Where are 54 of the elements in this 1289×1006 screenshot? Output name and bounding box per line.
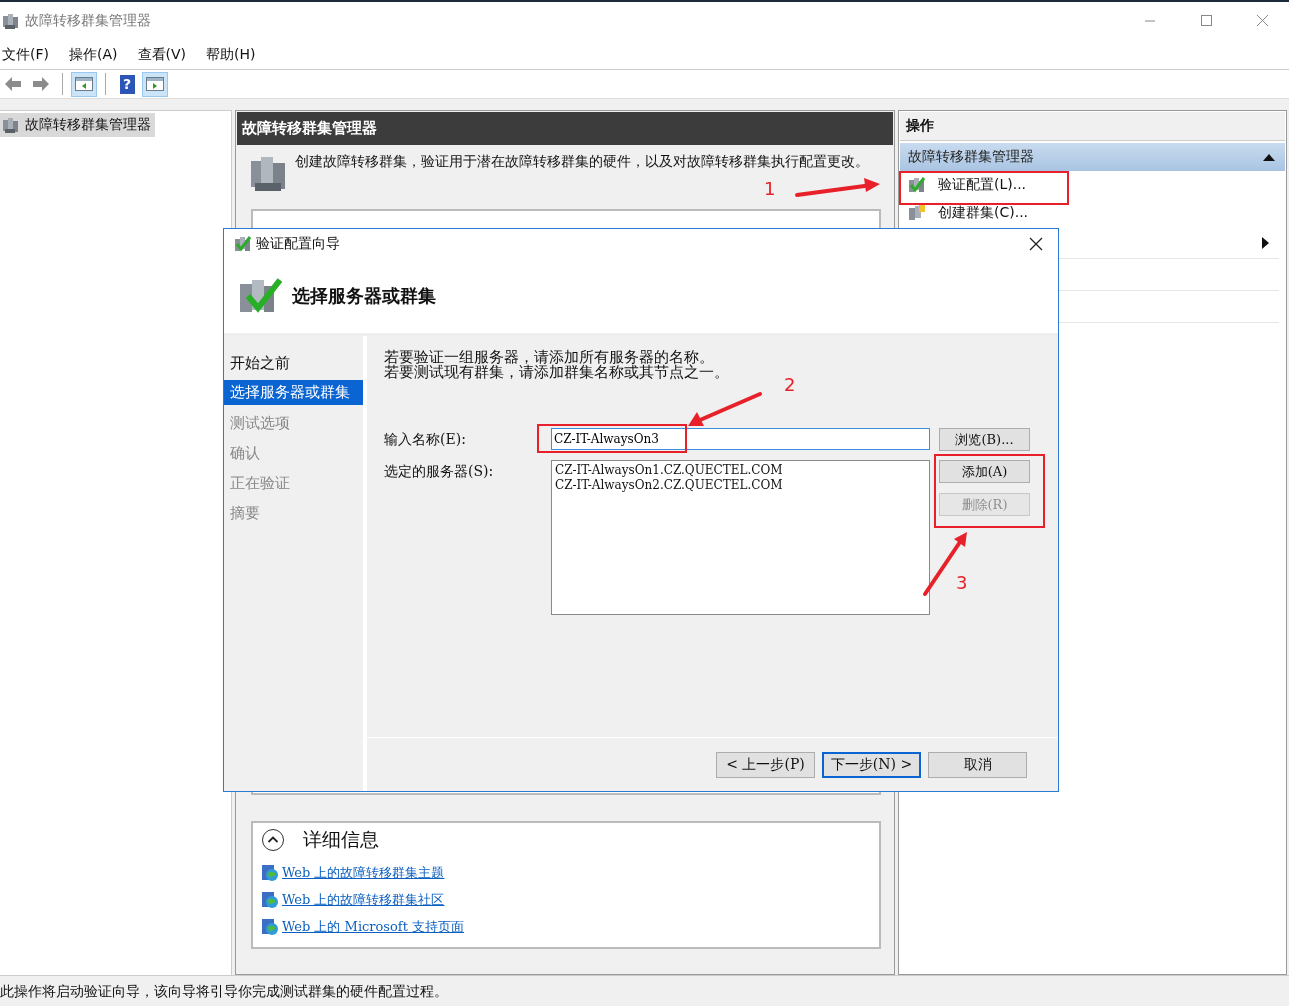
web-link[interactable]: Web 上的故障转移群集社区 xyxy=(282,890,445,909)
check-icon xyxy=(908,176,926,194)
cancel-button[interactable]: 取消 xyxy=(928,751,1027,778)
field-label: 输入名称(E): xyxy=(384,430,467,449)
forward-arrow-icon[interactable] xyxy=(31,74,51,94)
description-text: 创建故障转移群集，验证用于潜在故障转移群集的硬件，以及对故障转移群集执行配置更改。 xyxy=(295,153,870,170)
pane-header: 操作 xyxy=(900,112,1285,141)
window-title: 故障转移群集管理器 xyxy=(25,12,151,30)
action-item[interactable]: 验证配置(L)... xyxy=(938,176,1027,194)
field-label: 选定的服务器(S): xyxy=(384,462,495,481)
submenu-arrow-icon[interactable] xyxy=(1262,236,1269,249)
annotation-number: 3 xyxy=(956,572,968,594)
help-icon[interactable]: ? xyxy=(119,74,135,94)
menu-item[interactable]: 操作(A) xyxy=(69,45,118,64)
next-button[interactable]: 下一步(N) > xyxy=(822,751,921,778)
pane-toggle-icon[interactable] xyxy=(145,74,165,94)
globe-icon xyxy=(261,917,279,936)
menu-item[interactable]: 文件(F) xyxy=(2,45,49,64)
wizard-heading: 选择服务器或群集 xyxy=(292,284,436,308)
wizard-step[interactable]: 开始之前 xyxy=(224,350,363,380)
menu-item[interactable]: 帮助(H) xyxy=(206,45,256,64)
server-icon xyxy=(908,204,926,222)
web-link[interactable]: Web 上的 Microsoft 支持页面 xyxy=(282,917,465,936)
check-icon xyxy=(234,235,252,253)
server-list[interactable]: CZ-IT-AlwaysOn1.CZ.QUECTEL.COM CZ-IT-AlwaysOn2.CZ.QUECTEL.COM xyxy=(551,460,930,615)
add-button[interactable]: 添加(A) xyxy=(939,460,1030,483)
globe-icon xyxy=(261,890,279,909)
group-title: 故障转移群集管理器 xyxy=(908,148,1034,166)
name-field[interactable]: CZ-IT-AlwaysOn3 xyxy=(551,428,930,450)
back-button[interactable]: < 上一步(P) xyxy=(716,751,815,778)
pane-toggle-icon[interactable] xyxy=(74,74,94,94)
list-item[interactable]: CZ-IT-AlwaysOn1.CZ.QUECTEL.COM xyxy=(555,463,926,478)
list-item[interactable]: CZ-IT-AlwaysOn2.CZ.QUECTEL.COM xyxy=(555,478,926,493)
close-icon[interactable] xyxy=(1028,236,1044,252)
menu-item[interactable]: 查看(V) xyxy=(137,45,186,64)
collapse-icon[interactable] xyxy=(1263,153,1275,161)
annotation-number: 1 xyxy=(764,178,776,200)
action-group-header[interactable]: 故障转移群集管理器 xyxy=(900,143,1285,171)
annotation-arrow xyxy=(923,532,967,596)
details-title: 详细信息 xyxy=(303,827,379,852)
globe-icon xyxy=(261,863,279,882)
pane-header: 故障转移群集管理器 xyxy=(237,112,893,145)
browse-button[interactable]: 浏览(B)... xyxy=(939,428,1030,451)
wizard-step[interactable]: 选择服务器或群集 xyxy=(224,380,363,405)
tree-item[interactable]: 故障转移群集管理器 xyxy=(0,113,155,137)
web-link[interactable]: Web 上的故障转移群集主题 xyxy=(282,863,445,882)
dialog-title: 验证配置向导 xyxy=(256,235,341,253)
action-item[interactable]: 创建群集(C)... xyxy=(938,204,1029,222)
annotation-number: 2 xyxy=(784,374,796,396)
instruction-text: 若要测试现有群集，请添加群集名称或其节点之一。 xyxy=(384,365,730,380)
instruction-text: 若要验证一组服务器，请添加所有服务器的名称。 xyxy=(384,350,715,365)
collapse-icon[interactable] xyxy=(261,828,285,852)
app-icon xyxy=(2,12,19,30)
server-icon xyxy=(2,116,19,134)
